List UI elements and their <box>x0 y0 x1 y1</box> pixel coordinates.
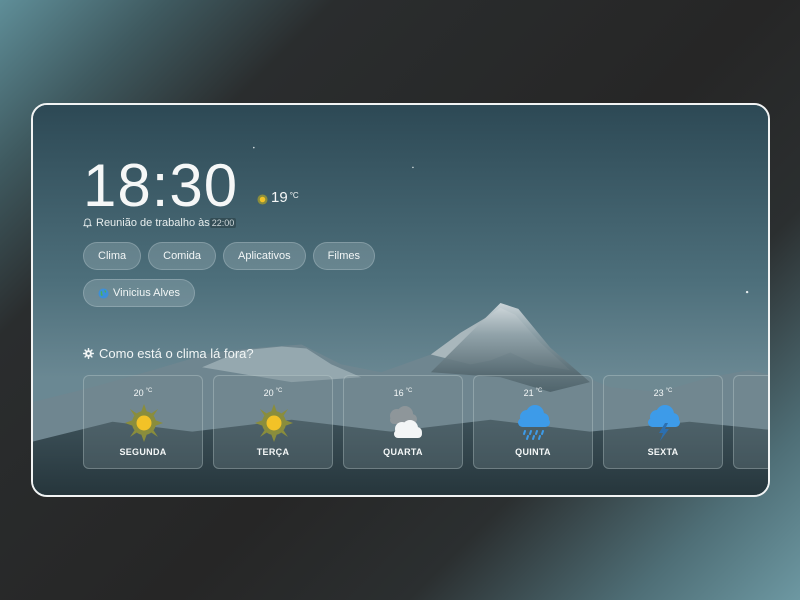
temp-unit: °C <box>275 388 283 394</box>
forecast-card-quinta[interactable]: 21 °C QUINTA <box>473 375 593 469</box>
clock-time: 18:30 <box>83 152 239 219</box>
temp-unit: °C <box>665 388 673 394</box>
temperature-unit: °C <box>289 191 299 200</box>
reminder: Reunião de trabalho às 22:00 <box>83 217 237 229</box>
forecast-temp: 23 °C <box>604 388 722 398</box>
forecast-day: QUARTA <box>383 447 423 457</box>
chip-aplicativos[interactable]: Aplicativos <box>223 242 306 270</box>
rain-cloud-icon <box>518 405 550 440</box>
temp-value: 20 <box>133 388 144 398</box>
forecast-cards: 20 °C SEGUNDA 20 °C TERÇA 16 °C QUARTA 2… <box>83 375 768 469</box>
bell-icon <box>83 218 92 228</box>
forecast-card-sexta[interactable]: 23 °C SEXTA <box>603 375 723 469</box>
forecast-card-segunda[interactable]: 20 °C SEGUNDA <box>83 375 203 469</box>
forecast-day: SEXTA <box>647 447 679 457</box>
temp-value: 23 <box>653 388 664 398</box>
user-name: Vinicius Alves <box>113 287 181 299</box>
app-window: 18:30 19 °C Reunião de trabalho às 22:00… <box>31 103 770 497</box>
storm-cloud-icon <box>648 405 680 441</box>
current-weather: 19 °C <box>257 189 299 206</box>
sun-icon <box>257 194 268 205</box>
reminder-text: Reunião de trabalho às <box>96 217 210 229</box>
forecast-day: QUINTA <box>515 447 551 457</box>
globe-icon <box>98 287 109 299</box>
temp-value: 20 <box>263 388 274 398</box>
temp-unit: °C <box>405 388 413 394</box>
chip-filmes[interactable]: Filmes <box>312 242 375 270</box>
forecast-card-partial[interactable] <box>733 375 768 469</box>
temp-unit: °C <box>535 388 543 394</box>
forecast-card-quarta[interactable]: 16 °C QUARTA <box>343 375 463 469</box>
forecast-temp: 21 °C <box>474 388 592 398</box>
forecast-card-terca[interactable]: 20 °C TERÇA <box>213 375 333 469</box>
reminder-time: 22:00 <box>209 218 237 228</box>
forecast-title-text: Como está o clima lá fora? <box>99 346 254 361</box>
temp-value: 21 <box>523 388 534 398</box>
forecast-day: SEGUNDA <box>119 447 167 457</box>
user-chip[interactable]: Vinicius Alves <box>83 279 196 307</box>
forecast-temp: 16 °C <box>344 388 462 398</box>
gear-icon <box>83 348 94 359</box>
forecast-temp: 20 °C <box>214 388 332 398</box>
sun-icon <box>255 404 293 442</box>
chip-clima[interactable]: Clima <box>83 242 142 270</box>
forecast-title: Como está o clima lá fora? <box>83 346 254 361</box>
temp-value: 16 <box>393 388 404 398</box>
category-chips: Clima Comida Aplicativos Filmes <box>83 242 382 270</box>
current-temperature: 19 <box>271 189 288 206</box>
cloudy-icon <box>390 406 422 438</box>
chip-comida[interactable]: Comida <box>148 242 217 270</box>
sun-icon <box>125 404 163 442</box>
forecast-day: TERÇA <box>256 447 290 457</box>
temp-unit: °C <box>145 388 153 394</box>
forecast-temp: 20 °C <box>84 388 202 398</box>
